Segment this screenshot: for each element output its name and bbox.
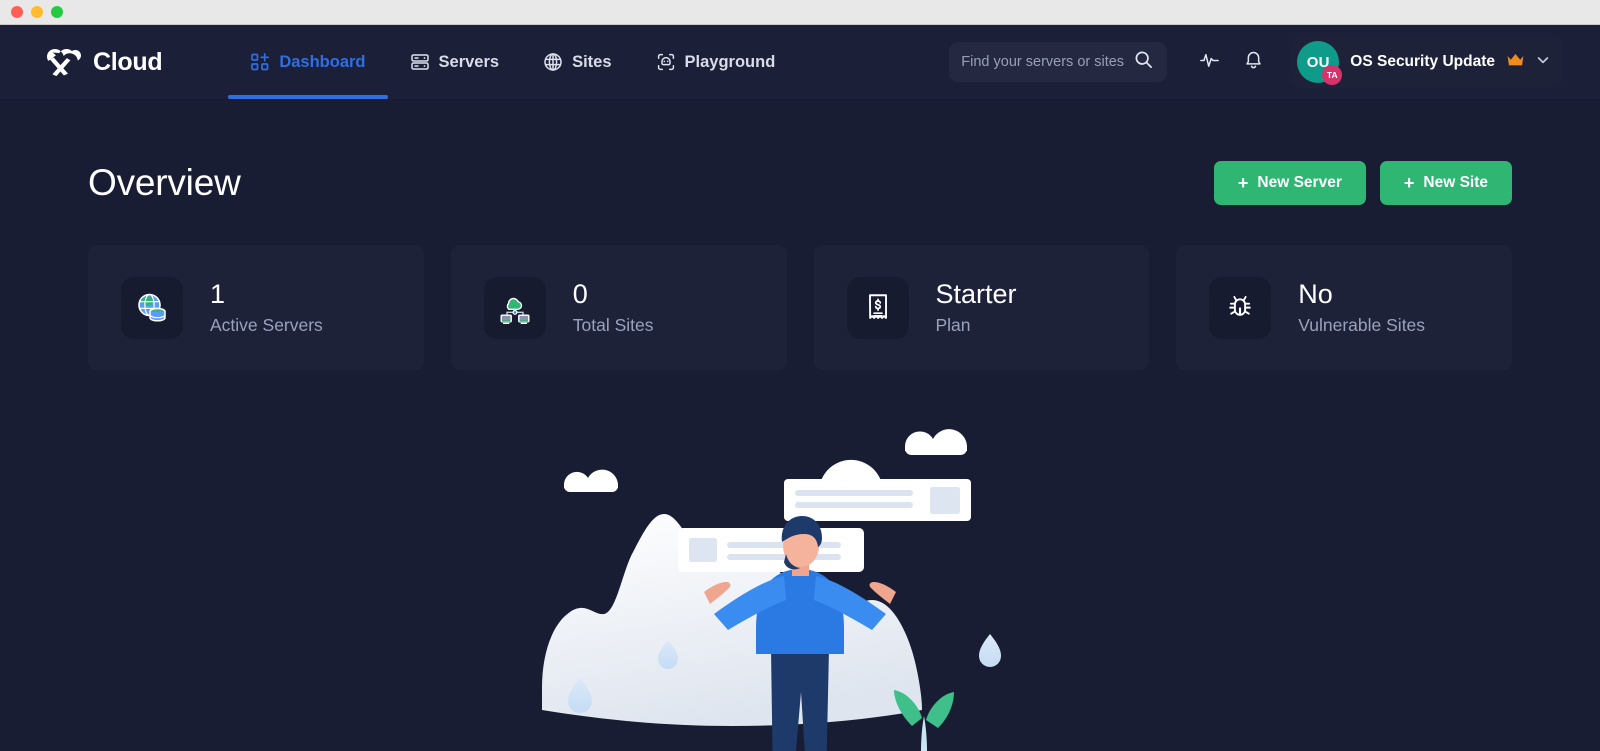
page-title: Overview [88,162,241,203]
new-site-label: New Site [1423,174,1488,191]
stat-label: Vulnerable Sites [1298,314,1426,335]
receipt-dollar-icon [846,276,909,339]
stat-card-vulnerable-sites[interactable]: No Vulnerable Sites [1176,245,1512,370]
user-name: OS Security Update [1350,53,1495,70]
new-server-button[interactable]: + New Server [1213,161,1366,205]
empty-state-illustration [88,406,1512,751]
user-menu[interactable]: OU TA OS Security Update [1291,36,1562,88]
page-body: Overview + New Server + New Site 1 Activ… [0,99,1600,751]
main-navigation: Dashboard Servers Sites Playground [228,25,797,99]
crown-icon [1506,52,1525,72]
nav-label-sites: Sites [572,52,612,71]
cloud-heart-logo-icon [44,45,84,79]
stat-value: No [1298,279,1333,310]
page-actions: + New Server + New Site [1213,161,1512,205]
nav-item-dashboard[interactable]: Dashboard [228,25,388,99]
stat-card-plan[interactable]: Starter Plan [813,245,1150,370]
nav-item-servers[interactable]: Servers [388,25,522,99]
stat-value: 1 [210,279,226,310]
activity-button[interactable] [1187,40,1231,84]
stat-label: Total Sites [572,314,654,335]
brand[interactable]: Cloud [44,45,163,79]
server-rack-icon [410,52,430,72]
stat-label: Active Servers [210,314,323,335]
globe-icon [543,52,563,72]
window-maximize-button[interactable] [51,6,63,18]
playground-icon [656,52,676,72]
dashboard-grid-icon [250,52,270,72]
nav-label-servers: Servers [438,52,500,71]
search-box[interactable] [949,42,1168,82]
stat-value: 0 [572,279,588,310]
nav-label-playground: Playground [684,52,776,71]
activity-pulse-icon [1199,49,1220,75]
cloud-shape [905,429,967,455]
new-server-label: New Server [1257,174,1342,191]
search-icon[interactable] [1134,50,1153,74]
header-right-tools: OU TA OS Security Update [949,25,1562,99]
stat-cards: 1 Active Servers 0 Total Sites Starter P… [88,245,1512,370]
brand-name: Cloud [93,47,163,76]
chevron-down-icon[interactable] [1536,53,1550,72]
illustration-card-bottom [678,528,864,572]
illustration-card-top [784,479,971,521]
window-minimize-button[interactable] [31,6,43,18]
cloud-network-icon [483,276,546,339]
cloud-shape [564,469,618,492]
window-titlebar [0,0,1600,25]
notifications-button[interactable] [1231,40,1275,84]
stat-card-active-servers[interactable]: 1 Active Servers [88,245,424,370]
search-input[interactable] [961,54,1128,70]
nav-item-sites[interactable]: Sites [521,25,633,99]
bell-icon [1243,49,1264,75]
window-close-button[interactable] [11,6,23,18]
page-header: Overview + New Server + New Site [88,99,1512,205]
stat-label: Plan [935,314,971,335]
avatar-badge: TA [1322,65,1343,85]
stat-value: Starter [935,279,1017,310]
bug-icon [1209,276,1272,339]
app-header: Cloud Dashboard Servers Sites Playground… [0,25,1600,99]
plus-icon: + [1403,173,1415,193]
new-site-button[interactable]: + New Site [1379,161,1512,205]
plus-icon: + [1237,173,1249,193]
avatar: OU TA [1297,41,1343,85]
globe-database-icon [121,276,183,339]
app-window: Cloud Dashboard Servers Sites Playground… [0,0,1600,751]
nav-item-playground[interactable]: Playground [634,25,798,99]
stat-card-total-sites[interactable]: 0 Total Sites [450,245,787,370]
nav-label-dashboard: Dashboard [279,52,366,71]
plant-illustration [894,690,954,751]
